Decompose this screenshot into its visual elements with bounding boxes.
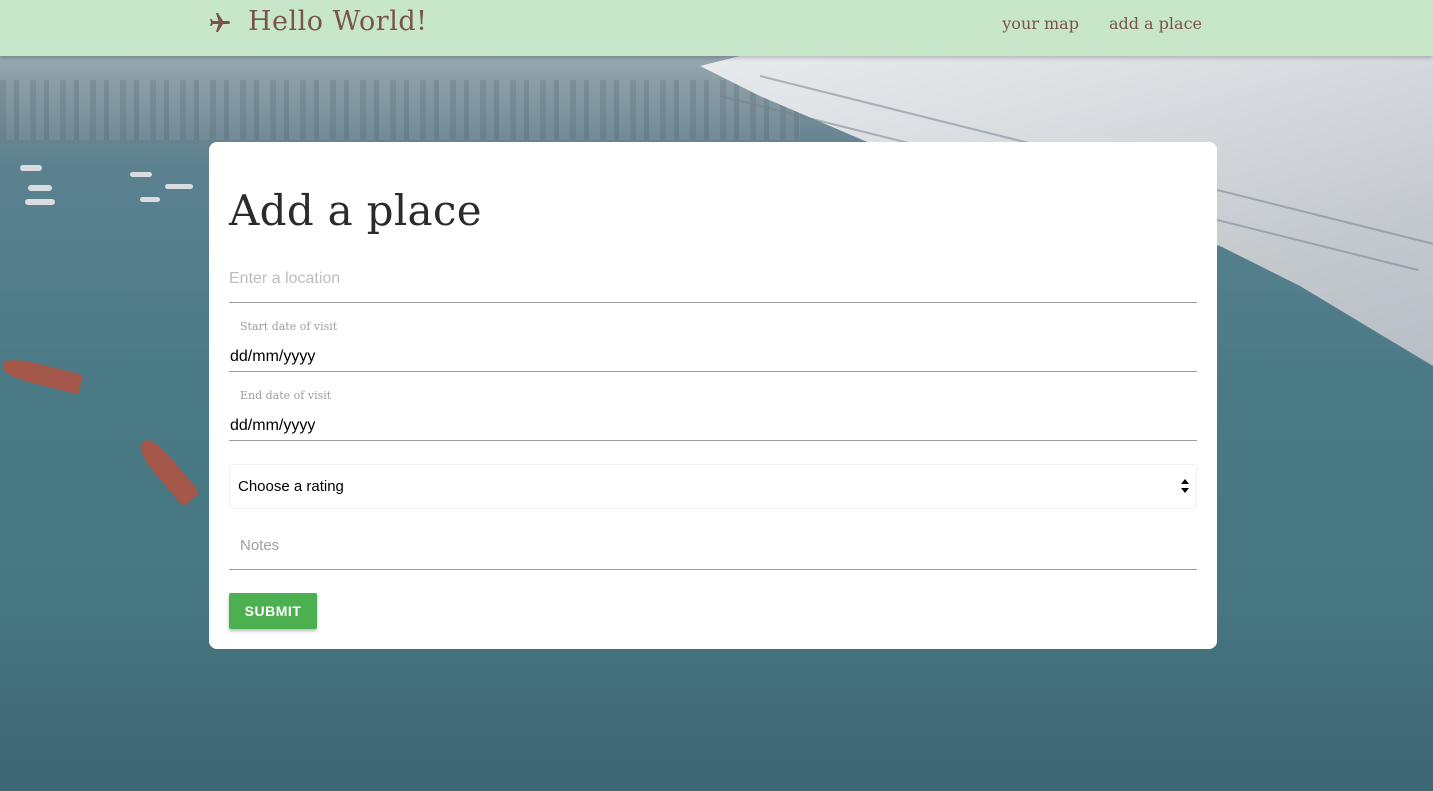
rating-select[interactable]: Choose a rating [229,464,1197,509]
airplane-icon [210,12,230,32]
nav-link-your-map[interactable]: your map [1002,14,1079,33]
brand-title: Hello World! [248,6,428,37]
location-field [229,262,1197,303]
notes-input[interactable] [229,528,1197,554]
ship [140,197,160,202]
end-date-label: End date of visit [240,389,332,402]
end-date-field[interactable]: End date of visit dd/mm/yyyy [229,379,1197,441]
end-date-input[interactable]: dd/mm/yyyy [230,417,315,435]
page-title: Add a place [229,186,482,235]
select-arrows-icon [1181,479,1189,493]
start-date-field[interactable]: Start date of visit dd/mm/yyyy [229,310,1197,372]
submit-button[interactable]: SUBMIT [229,593,317,629]
location-input[interactable] [229,262,1197,288]
ship [165,184,193,189]
cargo-ship [134,435,201,507]
ship [28,185,52,191]
navbar: Hello World! your map add a place [0,0,1433,56]
ship [130,172,152,177]
ship [25,199,55,205]
rating-select-value: Choose a rating [238,478,344,495]
nav-link-add-a-place[interactable]: add a place [1109,14,1202,33]
brand-logo[interactable]: Hello World! [208,6,427,37]
ship [20,165,42,171]
cargo-ship [0,355,84,395]
add-place-card: Add a place Start date of visit dd/mm/yy… [209,142,1217,649]
nav-links: your map add a place [1002,14,1202,33]
city-skyline [0,80,800,140]
notes-field [229,528,1197,570]
start-date-input[interactable]: dd/mm/yyyy [230,348,315,366]
start-date-label: Start date of visit [240,320,338,333]
